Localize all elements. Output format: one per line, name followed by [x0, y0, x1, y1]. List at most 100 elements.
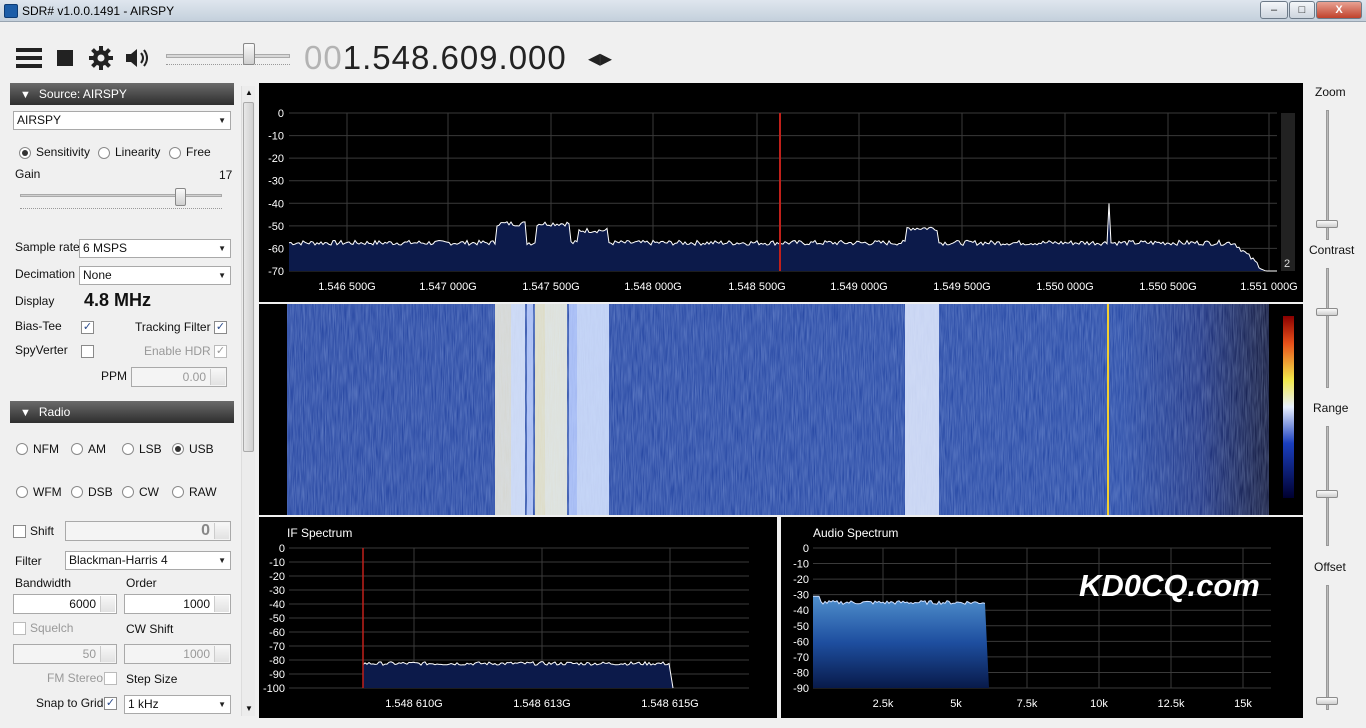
shift-input[interactable]: 0 — [65, 521, 231, 541]
radio-nfm[interactable] — [16, 443, 28, 455]
audio-spectrum[interactable]: Audio Spectrum 0 -10 -20 -30 -40 -50 -60 -70 -80… — [781, 517, 1303, 718]
enable-hdr-label: Enable HDR — [144, 344, 211, 358]
gain-thumb[interactable] — [175, 188, 186, 206]
label-free: Free — [186, 145, 211, 159]
order-input[interactable]: 1000 — [124, 594, 231, 614]
x-tick-label: 12.5k — [1158, 698, 1185, 710]
radio-linearity[interactable] — [98, 147, 110, 159]
radio-cw[interactable] — [122, 486, 134, 498]
step-select[interactable]: 1 kHz — [124, 695, 231, 714]
x-tick-label: 1.548 610G — [385, 698, 443, 710]
scroll-thumb[interactable] — [243, 102, 254, 452]
bandwidth-input[interactable]: 6000 — [13, 594, 117, 614]
filter-label: Filter — [15, 554, 42, 568]
audio-spectrum-title: Audio Spectrum — [813, 526, 898, 540]
source-header[interactable]: ▼ Source: AIRSPY — [10, 83, 234, 105]
volume-thumb[interactable] — [243, 43, 255, 65]
spyverter-checkbox[interactable] — [81, 345, 94, 358]
y-tick-label: 0 — [803, 543, 809, 555]
label-am: AM — [88, 442, 106, 456]
spectrum-badge: 2 — [1284, 258, 1290, 270]
radio-wfm[interactable] — [16, 486, 28, 498]
fmstereo-checkbox[interactable] — [104, 672, 117, 685]
cwshift-input[interactable]: 1000 — [124, 644, 231, 664]
x-tick-label: 10k — [1090, 698, 1108, 710]
radio-am[interactable] — [71, 443, 83, 455]
offset-slider[interactable] — [1326, 585, 1329, 710]
y-tick-label: -50 — [793, 621, 809, 633]
sample-rate-select[interactable]: 6 MSPS — [79, 239, 231, 258]
zoom-label: Zoom — [1315, 85, 1346, 99]
range-slider[interactable] — [1326, 426, 1329, 546]
radio-header[interactable]: ▼ Radio — [10, 401, 234, 423]
contrast-thumb[interactable] — [1316, 308, 1338, 316]
waterfall[interactable] — [259, 304, 1303, 515]
menu-icon[interactable] — [16, 46, 42, 70]
maximize-button[interactable]: □ — [1289, 1, 1315, 19]
scroll-up-icon[interactable]: ▲ — [242, 86, 256, 100]
x-tick-label: 5k — [950, 698, 962, 710]
x-tick-label: 1.548 500G — [728, 281, 786, 293]
radio-raw[interactable] — [172, 486, 184, 498]
left-scrollbar[interactable]: ▲ ▼ — [241, 86, 255, 716]
scroll-down-icon[interactable]: ▼ — [242, 702, 256, 716]
range-thumb[interactable] — [1316, 490, 1338, 498]
radio-free[interactable] — [169, 147, 181, 159]
close-button[interactable]: X — [1316, 1, 1362, 19]
ppm-input[interactable]: 0.00 — [131, 367, 227, 387]
stop-icon[interactable] — [55, 48, 75, 68]
y-tick-label: -70 — [268, 266, 284, 278]
radio-lsb[interactable] — [122, 443, 134, 455]
device-select[interactable]: AIRSPY — [13, 111, 231, 130]
squelch-input[interactable]: 50 — [13, 644, 117, 664]
radio-usb[interactable] — [172, 443, 184, 455]
tune-arrows-icon[interactable]: ◂▸ — [588, 44, 612, 73]
x-tick-label: 1.550 500G — [1139, 281, 1197, 293]
snap-checkbox[interactable]: ✓ — [104, 697, 117, 710]
y-tick-label: -40 — [269, 599, 285, 611]
frequency-display[interactable]: 001.548.609.000 — [304, 39, 567, 77]
y-tick-label: -10 — [268, 131, 284, 143]
decimation-select[interactable]: None — [79, 266, 231, 285]
enable-hdr-checkbox[interactable]: ✓ — [214, 345, 227, 358]
radio-sensitivity[interactable] — [19, 147, 31, 159]
sample-rate-label: Sample rate — [15, 240, 80, 254]
y-tick-label: -30 — [793, 590, 809, 602]
spectrum-scrollbar[interactable] — [1281, 113, 1295, 271]
volume-slider[interactable] — [166, 54, 290, 58]
if-spectrum-title: IF Spectrum — [287, 526, 352, 540]
y-tick-label: -50 — [268, 221, 284, 233]
gain-value: 17 — [219, 168, 233, 182]
squelch-checkbox[interactable] — [13, 622, 26, 635]
x-tick-label: 7.5k — [1017, 698, 1038, 710]
y-tick-label: -90 — [269, 669, 285, 681]
bias-tee-checkbox[interactable]: ✓ — [81, 321, 94, 334]
main-spectrum[interactable]: 0 -10 -20 -30 -40 -50 -60 -70 1.546 500G 1.547 0… — [259, 83, 1303, 302]
range-label: Range — [1313, 401, 1349, 415]
shift-label: Shift — [30, 524, 55, 538]
label-nfm: NFM — [33, 442, 59, 456]
x-tick-label: 1.549 000G — [830, 281, 888, 293]
y-tick-label: -20 — [269, 571, 285, 583]
filter-select[interactable]: Blackman-Harris 4 — [65, 551, 231, 570]
display-label: Display — [15, 294, 55, 308]
gain-label: Gain — [15, 167, 41, 181]
contrast-slider[interactable] — [1326, 268, 1329, 388]
y-tick-label: -80 — [793, 667, 809, 679]
label-dsb: DSB — [88, 485, 113, 499]
y-tick-label: -80 — [269, 655, 285, 667]
y-tick-label: -70 — [269, 641, 285, 653]
offset-thumb[interactable] — [1316, 697, 1338, 705]
minimize-button[interactable]: – — [1260, 1, 1288, 19]
label-lsb: LSB — [139, 442, 162, 456]
zoom-thumb[interactable] — [1316, 220, 1338, 228]
speaker-icon[interactable] — [124, 47, 152, 69]
radio-dsb[interactable] — [71, 486, 83, 498]
x-tick-label: 1.548 613G — [513, 698, 571, 710]
gain-slider[interactable] — [20, 194, 222, 197]
if-spectrum[interactable]: IF Spectrum 0 -10 -20 -30 -40 -50 -60 -70 -80 -90… — [259, 517, 777, 718]
shift-checkbox[interactable] — [13, 525, 26, 538]
gear-icon[interactable] — [88, 45, 114, 71]
y-tick-label: -30 — [268, 176, 284, 188]
tracking-filter-checkbox[interactable]: ✓ — [214, 321, 227, 334]
